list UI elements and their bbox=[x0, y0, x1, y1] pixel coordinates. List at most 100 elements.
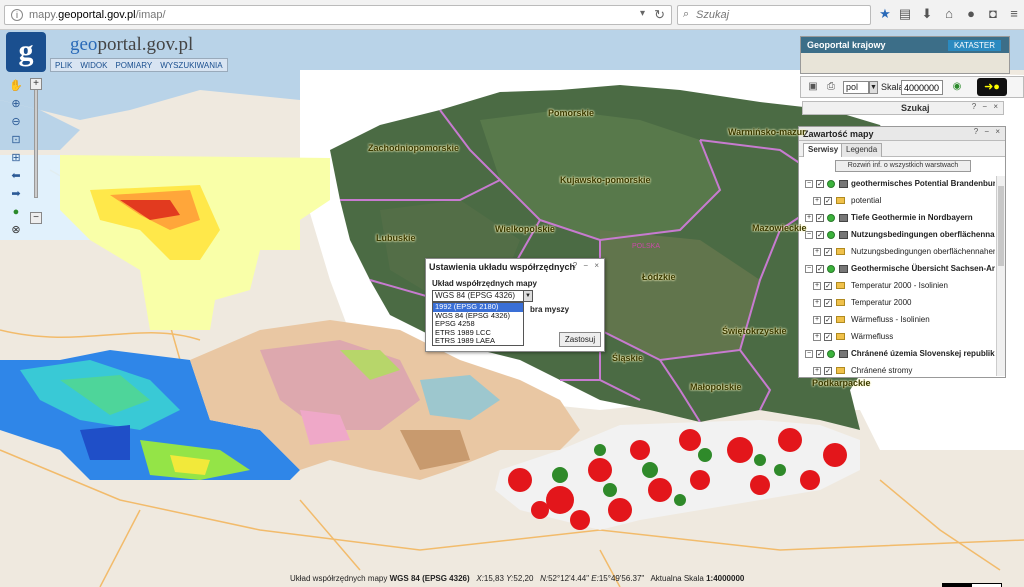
region-label: Warmińsko-mazur bbox=[728, 127, 806, 137]
kataster-panel: Geoportal krajowy KATASTER bbox=[800, 36, 1010, 74]
geoportal-g-logo: g bbox=[6, 32, 46, 72]
region-label: Lubuskie bbox=[376, 233, 416, 243]
mouse-coords-label: bra myszy bbox=[530, 305, 570, 314]
address-bar[interactable]: i mapy.geoportal.gov.pl/imap/ ▾ ↻ bbox=[4, 5, 672, 25]
back-arrow-icon[interactable]: ⬅ bbox=[8, 168, 24, 184]
zoom-in-icon[interactable]: ⊕ bbox=[8, 96, 24, 112]
eye-icon[interactable]: ➜● bbox=[977, 78, 1007, 96]
bookmark-star-icon[interactable]: ★ bbox=[877, 6, 893, 22]
pocket-icon[interactable]: ◘ bbox=[985, 6, 1001, 22]
scale-bar: 0 30 60km bbox=[940, 581, 1020, 587]
dialog-title: Ustawienia układu współrzędnych bbox=[429, 262, 576, 272]
layer-row[interactable]: − ✓ geothermisches Potential Brandenburg bbox=[799, 176, 995, 193]
apply-button[interactable]: Zastosuj bbox=[559, 332, 601, 347]
region-label: Śląskie bbox=[612, 353, 644, 363]
layer-row[interactable]: + ✓ Nutzungsbedingungen oberflächennaher G bbox=[799, 244, 995, 261]
current-scale-label: Aktualna Skala bbox=[650, 574, 704, 583]
zoom-minus-button[interactable]: − bbox=[30, 212, 42, 224]
map-tools: ✋ ⊕ ⊖ ⊡ ⊞ ⬅ ➡ ● ⊗ + − bbox=[6, 76, 48, 246]
chevron-down-icon[interactable]: ▼ bbox=[523, 290, 533, 302]
crs-status-label: Układ współrzędnych mapy bbox=[290, 574, 388, 583]
region-label: Podkarpackie bbox=[812, 378, 871, 388]
layer-row[interactable]: + ✓ Temperatur 2000 - Isolinien bbox=[799, 278, 995, 295]
apply-scale-icon[interactable]: ◉ bbox=[951, 81, 963, 93]
layer-row[interactable]: − ✓ Chránené územia Slovenskej republiky bbox=[799, 346, 995, 363]
region-label: Zachodniopomorskie bbox=[368, 143, 460, 153]
scale-bar-graphic bbox=[942, 583, 1002, 587]
info-icon[interactable]: i bbox=[11, 9, 23, 21]
map-toolbar: ▣ ⎙ pol ▼ Skala: ◉ ➜● bbox=[800, 76, 1024, 98]
language-select[interactable]: pol bbox=[843, 81, 869, 94]
region-label: Pomorskie bbox=[548, 108, 595, 118]
region-label: Kujawsko-pomorskie bbox=[560, 175, 651, 185]
scale-input[interactable] bbox=[901, 80, 943, 95]
zoom-out-icon[interactable]: ⊖ bbox=[8, 114, 24, 130]
layer-row[interactable]: + ✓ Tiefe Geothermie in Nordbayern bbox=[799, 210, 995, 227]
expand-all-info-button[interactable]: Rozwiń inf. o wszystkich warstwach bbox=[835, 160, 971, 172]
region-label: Świętokrzyskie bbox=[722, 326, 787, 336]
reading-list-icon[interactable]: ▤ bbox=[897, 6, 913, 22]
window-controls[interactable]: ? − × bbox=[972, 102, 1000, 111]
region-label: Małopolskie bbox=[690, 382, 742, 392]
language-dropdown-icon[interactable]: ▼ bbox=[869, 81, 878, 94]
region-label: Mazowieckie bbox=[752, 223, 807, 233]
zoom-plus-button[interactable]: + bbox=[30, 78, 42, 90]
search-panel[interactable]: Szukaj ? − × bbox=[802, 101, 1004, 115]
menu-item-plik[interactable]: PLIK bbox=[51, 59, 76, 71]
compass-icon[interactable]: ⊗ bbox=[8, 222, 24, 238]
save-icon[interactable]: ▣ bbox=[807, 81, 819, 93]
kataster-button[interactable]: KATASTER bbox=[947, 40, 1001, 51]
country-label: POLSKA bbox=[632, 243, 661, 250]
home-icon[interactable]: ⌂ bbox=[941, 6, 957, 22]
layer-row[interactable]: −✓Geothermische Übersicht Sachsen-Anhalt bbox=[799, 261, 995, 278]
contents-tabs: Serwisy Legenda bbox=[799, 141, 1005, 157]
n-label: N: bbox=[540, 574, 549, 583]
tab-legend[interactable]: Legenda bbox=[841, 143, 883, 157]
zoom-extent-icon[interactable]: ⊞ bbox=[8, 150, 24, 166]
info-icon[interactable]: ● bbox=[8, 204, 24, 220]
region-label: Łódzkie bbox=[642, 272, 676, 282]
menu-icon[interactable]: ≡ bbox=[1006, 6, 1022, 22]
menu-item-wyszukiwania[interactable]: WYSZUKIWANIA bbox=[156, 59, 226, 71]
chat-icon[interactable]: ● bbox=[963, 6, 979, 22]
print-icon[interactable]: ⎙ bbox=[825, 81, 837, 93]
n-value: 52°12'4.44" bbox=[548, 574, 590, 583]
region-label: Wielkopolskie bbox=[495, 224, 555, 234]
layer-row[interactable]: + ✓ potential bbox=[799, 193, 995, 210]
kataster-title: Geoportal krajowy bbox=[807, 40, 886, 50]
layer-row[interactable]: + ✓ Temperatur 2000 bbox=[799, 295, 995, 312]
layer-list: − ✓ geothermisches Potential Brandenburg +… bbox=[799, 176, 995, 376]
search-icon: ⌕ bbox=[683, 8, 690, 20]
zoom-slider[interactable] bbox=[34, 78, 38, 198]
layer-row[interactable]: + ✓ Chránené stromy bbox=[799, 363, 995, 376]
crs-options-list: 1992 (EPSG 2180) WGS 84 (EPSG 4326) EPSG… bbox=[432, 302, 524, 346]
status-bar: Układ współrzędnych mapy WGS 84 (EPSG 43… bbox=[290, 574, 744, 583]
layer-row[interactable]: −✓Nutzungsbedingungen oberflächennaher G bbox=[799, 227, 995, 244]
x-label: X: bbox=[476, 574, 484, 583]
zoom-box-icon[interactable]: ⊡ bbox=[8, 132, 24, 148]
browser-search-box[interactable]: ⌕ bbox=[677, 5, 871, 25]
browser-search-input[interactable] bbox=[696, 8, 866, 22]
url-dropdown-icon[interactable]: ▾ bbox=[640, 8, 645, 19]
menu-item-pomiary[interactable]: POMIARY bbox=[111, 59, 156, 71]
search-panel-title: Szukaj bbox=[901, 103, 930, 113]
layer-row[interactable]: + ✓ Wärmefluss - Isolinien bbox=[799, 312, 995, 329]
e-value: 15°49'56.37" bbox=[598, 574, 645, 583]
layer-list-scrollbar[interactable] bbox=[996, 176, 1005, 376]
kataster-minimap[interactable] bbox=[801, 53, 1009, 73]
tab-services[interactable]: Serwisy bbox=[803, 143, 844, 157]
menu-item-widok[interactable]: WIDOK bbox=[76, 59, 111, 71]
pan-hand-icon[interactable]: ✋ bbox=[8, 78, 24, 94]
window-controls[interactable]: ? − × bbox=[974, 127, 1002, 136]
reload-icon[interactable]: ↻ bbox=[654, 7, 665, 23]
forward-arrow-icon[interactable]: ➡ bbox=[8, 186, 24, 202]
crs-option[interactable]: ETRS 1989 LAEA bbox=[433, 336, 523, 346]
contents-panel-title: Zawartość mapy bbox=[803, 129, 874, 139]
window-controls[interactable]: ? − × bbox=[573, 261, 601, 270]
map-view[interactable]: g geoportal.gov.pl PLIK WIDOK POMIARY WY… bbox=[0, 30, 1024, 587]
layer-row[interactable]: + ✓ Wärmefluss bbox=[799, 329, 995, 346]
crs-settings-dialog: Ustawienia układu współrzędnych ? − × Uk… bbox=[425, 258, 605, 352]
crs-select[interactable]: WGS 84 (EPSG 4326) bbox=[432, 290, 524, 302]
site-name: geoportal.gov.pl bbox=[70, 34, 194, 55]
download-icon[interactable]: ⬇ bbox=[919, 6, 935, 22]
